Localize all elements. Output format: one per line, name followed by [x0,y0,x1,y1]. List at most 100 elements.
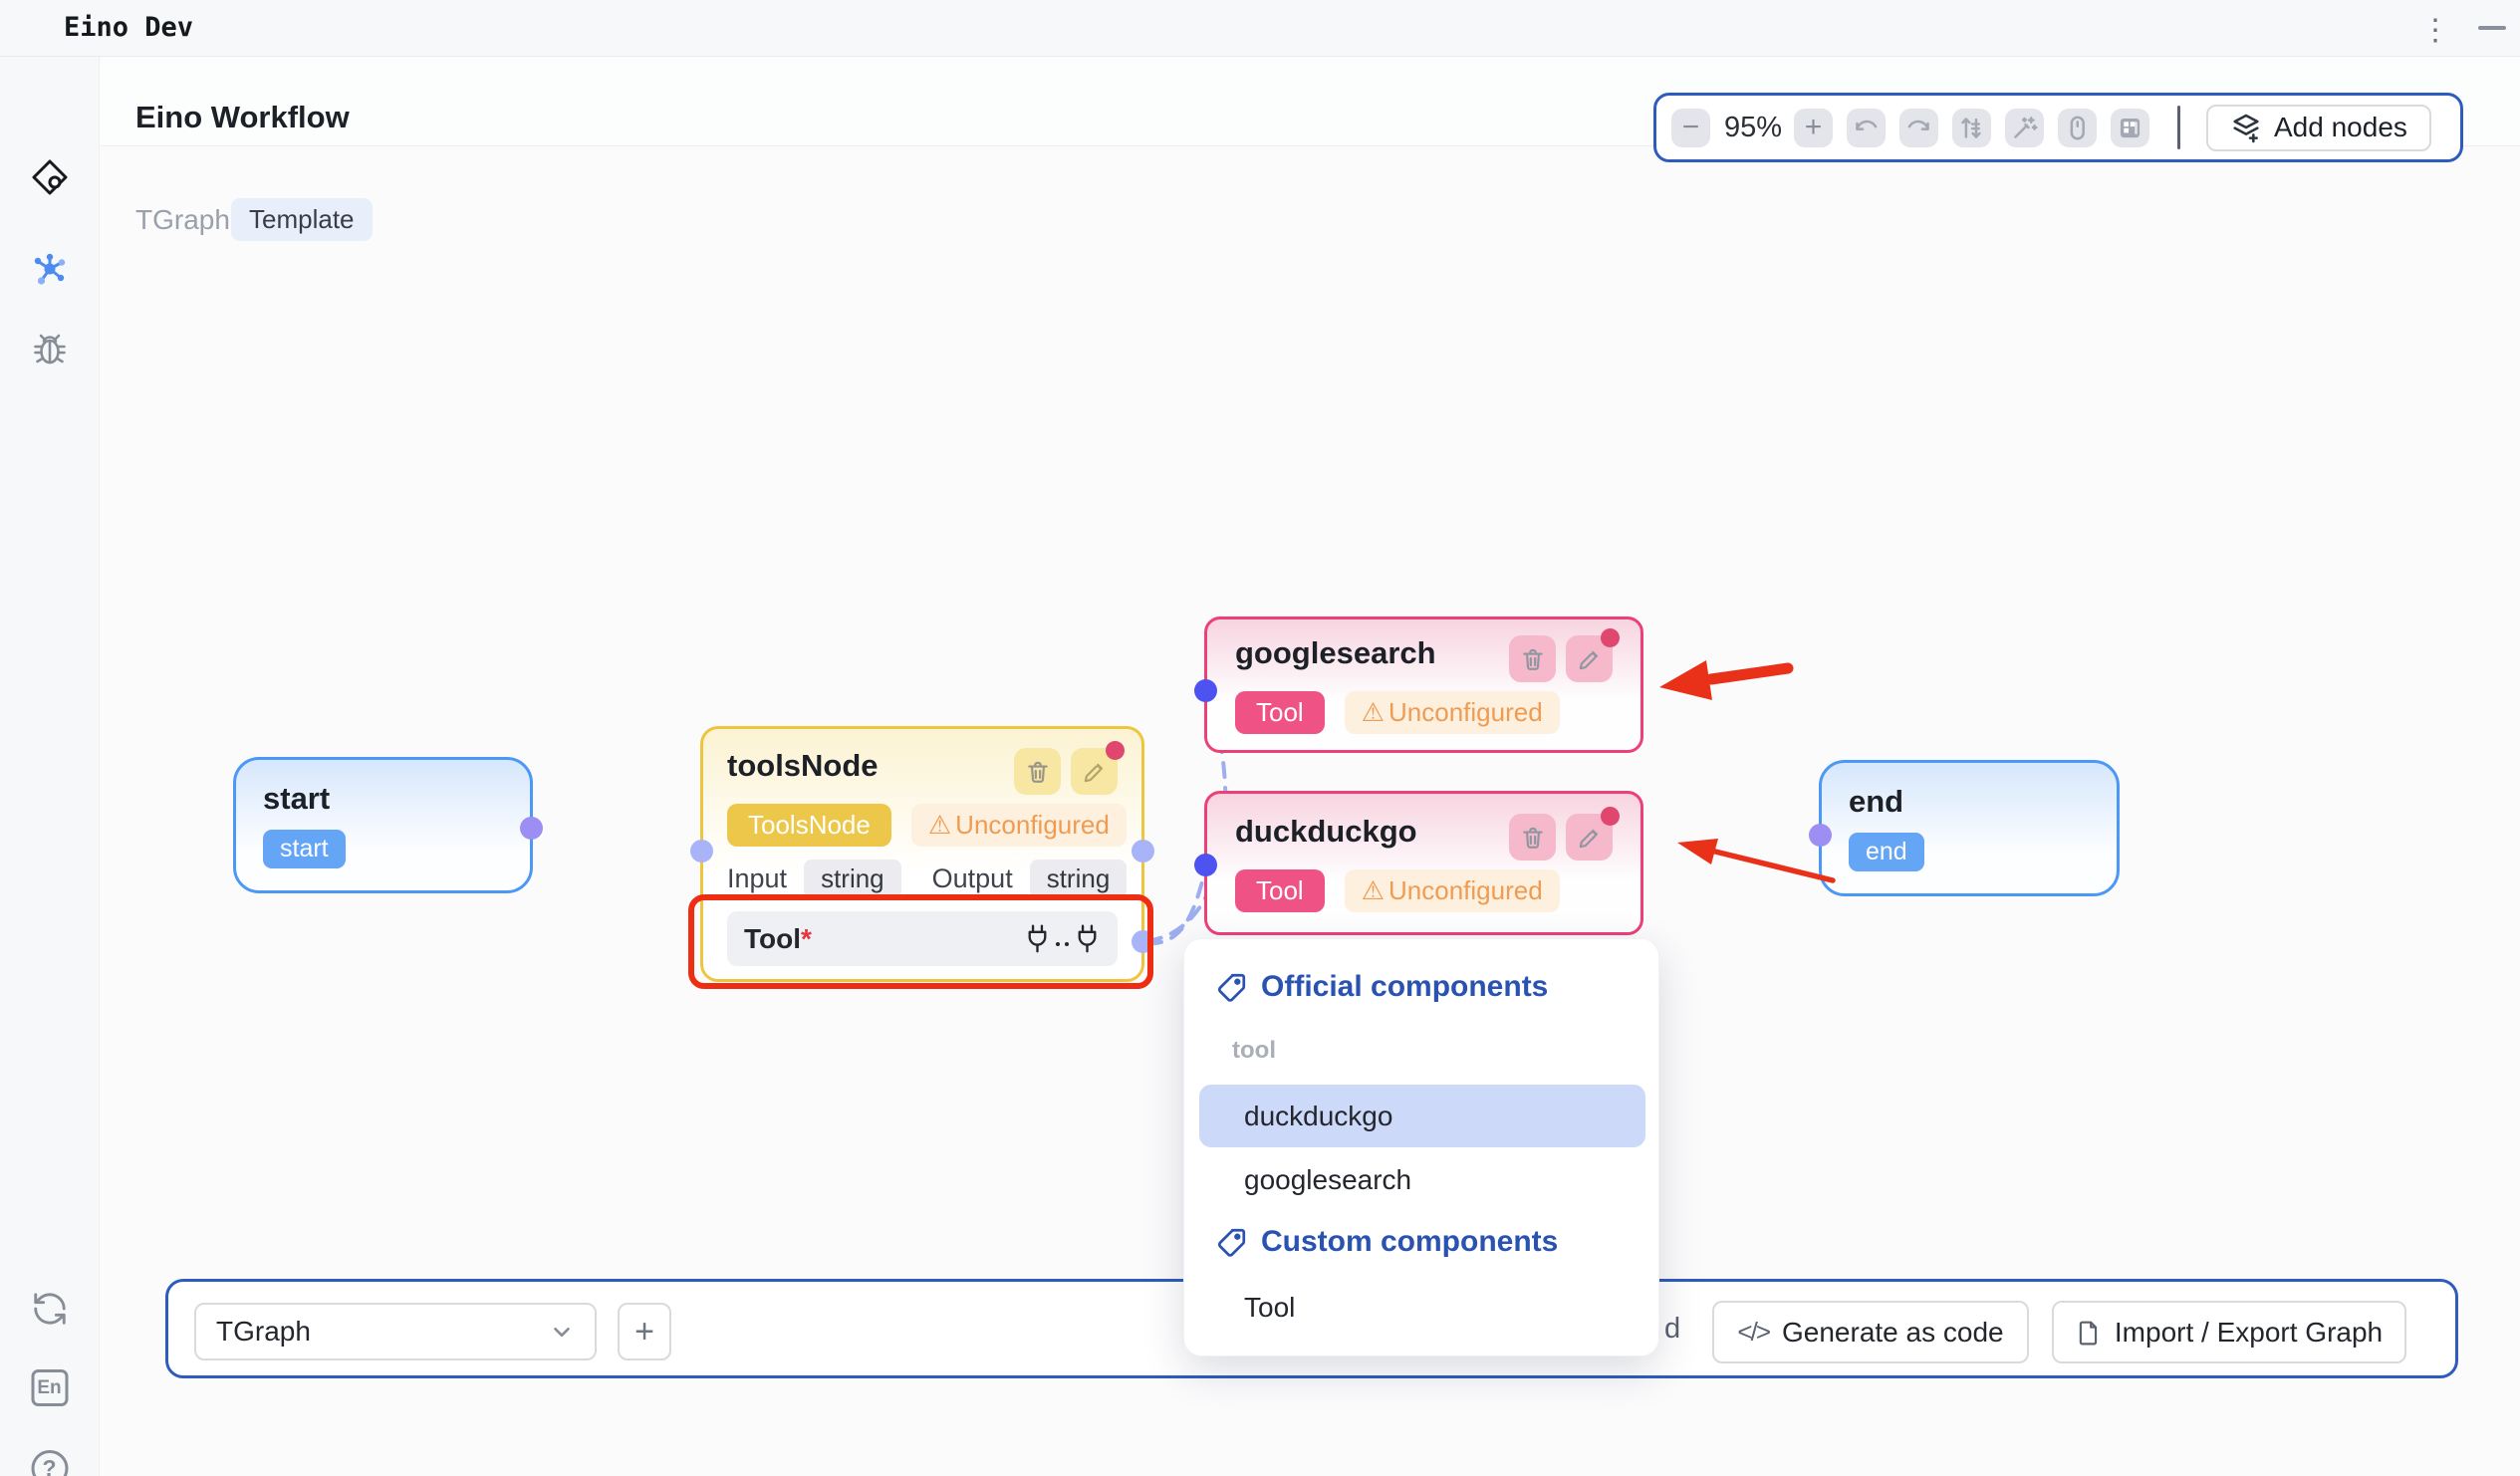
window-title: Eino Dev [64,0,193,56]
component-picker-dropdown: Official components tool duckduckgo goog… [1183,938,1659,1356]
delete-node-button[interactable] [1509,814,1556,861]
node-end[interactable]: end end [1819,760,2120,896]
partially-hidden-text: d [1664,1282,1680,1375]
node-start-title: start [263,781,503,817]
edit-node-button[interactable] [1071,748,1118,795]
status-badge: ⚠Unconfigured [1345,691,1560,734]
auto-layout-button[interactable] [1952,109,1991,147]
page-title: Eino Workflow [135,100,350,135]
node-end-title: end [1849,784,2090,820]
left-sidebar: En ? [0,57,100,1476]
node-start-output-port[interactable] [520,817,543,840]
node-type-badge: ToolsNode [727,804,891,847]
window-menu-icon[interactable]: ⋮ [2420,13,2450,48]
sidebar-item-sync-icon[interactable] [31,1290,69,1328]
minimap-button[interactable] [2111,109,2149,147]
add-graph-button[interactable]: + [618,1303,671,1360]
node-googlesearch[interactable]: googlesearch Tool ⚠Unconfigured [1204,616,1643,753]
status-badge: ⚠Unconfigured [1345,869,1560,912]
plug-connection-icon [1024,924,1101,954]
trash-icon [1520,825,1546,851]
undo-button[interactable] [1847,109,1886,147]
sidebar-item-help-icon[interactable]: ? [31,1450,68,1476]
node-toolsnode-input-port[interactable] [690,840,713,862]
trash-icon [1025,759,1051,785]
group-label-tool: tool [1232,1037,1276,1065]
redo-icon [1905,115,1932,141]
delete-node-button[interactable] [1014,748,1061,795]
pencil-icon [1082,759,1108,785]
sidebar-item-debug-bug-icon[interactable] [31,331,69,369]
output-type-pill: string [1030,860,1128,898]
generate-as-code-button[interactable]: </> Generate as code [1712,1301,2029,1363]
sidebar-item-language-icon[interactable]: En [31,1369,68,1406]
mouse-mode-button[interactable] [2058,109,2097,147]
pencil-icon [1577,646,1603,672]
delete-node-button[interactable] [1509,635,1556,682]
zoom-out-button[interactable]: − [1671,109,1710,147]
custom-components-header: Custom components [1216,1225,1558,1259]
unsaved-indicator [1106,741,1125,760]
mouse-icon [2064,115,2091,141]
node-type-badge: Tool [1235,691,1325,734]
unsaved-indicator [1601,628,1620,647]
vertical-layout-icon [1958,115,1985,141]
magic-wand-button[interactable] [2005,109,2044,147]
input-type-pill: string [804,860,901,898]
edit-node-button[interactable] [1566,635,1613,682]
import-export-graph-button[interactable]: Import / Export Graph [2052,1301,2406,1363]
node-type-badge: Tool [1235,869,1325,912]
node-googlesearch-title: googlesearch [1235,635,1436,671]
node-duckduckgo-input-port[interactable] [1194,854,1217,876]
window-titlebar: Eino Dev ⋮ [0,0,2520,57]
node-duckduckgo-title: duckduckgo [1235,814,1417,850]
tool-slot-row[interactable]: Tool* [727,911,1118,966]
sidebar-item-workflow-graph-icon[interactable] [31,250,69,288]
trash-icon [1520,646,1546,672]
unsaved-indicator [1601,807,1620,826]
file-icon [2076,1320,2102,1346]
node-end-input-port[interactable] [1809,824,1832,847]
chevron-down-icon [549,1319,575,1345]
undo-icon [1853,115,1880,141]
app-logo-icon [29,156,71,198]
warning-icon: ⚠ [1362,875,1385,906]
zoom-in-button[interactable]: + [1794,109,1833,147]
tool-slot-port[interactable] [1132,930,1154,953]
redo-button[interactable] [1899,109,1938,147]
add-nodes-label: Add nodes [2274,112,2407,143]
required-asterisk: * [801,923,812,954]
tag-icon [1216,1227,1247,1258]
edit-node-button[interactable] [1566,814,1613,861]
dropdown-item-googlesearch[interactable]: googlesearch [1199,1151,1645,1209]
node-start-badge: start [263,830,346,868]
tag-icon [1216,972,1247,1003]
code-icon: </> [1737,1317,1769,1348]
official-components-header: Official components [1216,970,1548,1004]
layers-plus-icon [2230,112,2262,143]
node-toolsnode-output-port[interactable] [1132,840,1154,862]
dropdown-item-duckduckgo[interactable]: duckduckgo [1199,1085,1645,1147]
warning-icon: ⚠ [928,810,951,841]
window-minimize-icon[interactable] [2478,26,2506,30]
output-label: Output [932,863,1013,894]
graph-select[interactable]: TGraph [194,1303,597,1360]
node-start[interactable]: start start [233,757,533,893]
node-googlesearch-input-port[interactable] [1194,679,1217,702]
template-badge: Template [231,198,373,241]
node-toolsnode-title: toolsNode [727,748,879,784]
node-duckduckgo[interactable]: duckduckgo Tool ⚠Unconfigured [1204,791,1643,935]
graph-name-label: TGraph [135,204,230,236]
status-badge: ⚠Unconfigured [911,804,1127,847]
magic-wand-icon [2011,115,2038,141]
node-end-badge: end [1849,833,1924,871]
add-nodes-button[interactable]: Add nodes [2206,105,2431,151]
zoom-level: 95% [1724,112,1780,144]
canvas-toolbar: − 95% + Add nodes [1653,93,2463,162]
toolbar-divider [2177,106,2180,149]
pencil-icon [1577,825,1603,851]
minimap-icon [2117,115,2143,141]
input-label: Input [727,863,787,894]
dropdown-item-tool[interactable]: Tool [1199,1279,1645,1337]
node-toolsnode[interactable]: toolsNode ToolsNode ⚠Unconfigured Input … [700,726,1144,982]
